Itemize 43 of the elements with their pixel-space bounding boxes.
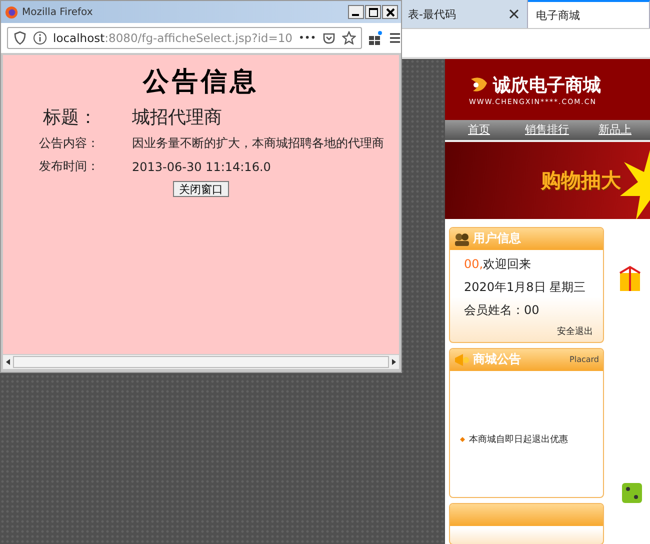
shield-icon bbox=[13, 31, 27, 45]
info-icon[interactable] bbox=[33, 31, 47, 45]
minimize-button[interactable] bbox=[348, 5, 364, 19]
browser-tab[interactable]: 电子商城 bbox=[528, 0, 650, 28]
logo-text: 诚欣电子商城 bbox=[493, 74, 601, 97]
nav-link[interactable]: 新品上 bbox=[581, 122, 649, 138]
address-bar[interactable]: localhost:8080/fg-afficheSelect.jsp?id=10 ••• bbox=[7, 27, 362, 49]
field-label: 标题： bbox=[42, 106, 98, 129]
field-value: 2013-06-30 11:14:16.0 bbox=[132, 160, 271, 174]
field-label: 公告内容： bbox=[38, 135, 100, 152]
nav-link[interactable]: 销售排行 bbox=[513, 122, 581, 138]
maximize-icon bbox=[368, 8, 378, 16]
field-value: 城招代理商 bbox=[132, 106, 222, 129]
welcome-text: 00,欢迎回来 bbox=[464, 256, 532, 273]
field-value: 因业务量不断的扩大，本商城招聘各地的代理商 bbox=[132, 135, 384, 152]
panel-title: 用户信息 bbox=[473, 230, 521, 248]
notice-link[interactable]: 本商城自即日起退出优惠 bbox=[469, 432, 568, 446]
menu-icon[interactable] bbox=[388, 31, 402, 45]
more-actions[interactable]: ••• bbox=[298, 32, 316, 44]
logout-link[interactable]: 安全退出 bbox=[557, 324, 593, 338]
field-label: 发布时间： bbox=[38, 158, 100, 175]
url-text: localhost:8080/fg-afficheSelect.jsp?id=10 bbox=[53, 31, 292, 45]
browser-logo-icon bbox=[5, 6, 18, 18]
star-icon[interactable] bbox=[342, 31, 356, 45]
close-icon bbox=[386, 8, 394, 16]
close-button[interactable] bbox=[382, 5, 398, 19]
maximize-button[interactable] bbox=[365, 5, 381, 19]
horizontal-scrollbar[interactable] bbox=[3, 354, 399, 369]
pocket-icon[interactable] bbox=[322, 31, 336, 45]
close-window-button[interactable]: 关闭窗口 bbox=[173, 181, 229, 197]
notice-heading: 公告信息 bbox=[143, 66, 259, 99]
nav-link[interactable]: 首页 bbox=[445, 122, 513, 138]
extensions-icon[interactable] bbox=[368, 31, 382, 45]
users-icon bbox=[454, 232, 470, 246]
panel-subtitle: Placard bbox=[570, 355, 599, 364]
banner-text: 购物抽大 bbox=[541, 166, 621, 194]
megaphone-icon bbox=[454, 352, 470, 367]
member-name: 会员姓名：00 bbox=[464, 302, 540, 319]
panel-title: 商城公告 bbox=[473, 351, 521, 368]
date-text: 2020年1月8日 星期三 bbox=[464, 278, 587, 296]
window-title: Mozilla Firefox bbox=[22, 6, 93, 18]
bullet-icon bbox=[460, 436, 465, 442]
close-icon[interactable] bbox=[509, 9, 519, 19]
